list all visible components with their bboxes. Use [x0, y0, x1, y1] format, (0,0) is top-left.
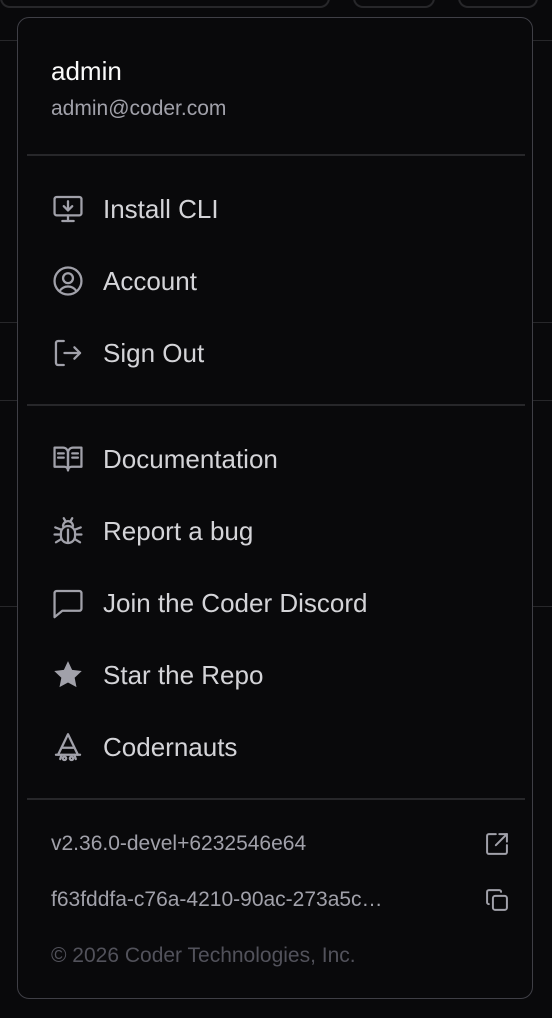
user-email: admin@coder.com: [51, 97, 227, 120]
menu-divider: [27, 798, 525, 800]
codernauts-icon: [51, 730, 85, 764]
background-control: [0, 0, 330, 8]
menu-item-discord[interactable]: Join the Coder Discord: [27, 571, 525, 635]
background-control: [458, 0, 538, 8]
deployment-id-row: f63fddfa-c76a-4210-90ac-273a5c…: [51, 880, 511, 920]
menu-item-label: Account: [103, 266, 197, 296]
menu-item-label: Documentation: [103, 444, 278, 474]
book-open-icon: [51, 442, 85, 476]
menu-item-star-repo[interactable]: Star the Repo: [27, 643, 525, 707]
monitor-download-icon: [51, 192, 85, 226]
copyright-text: © 2026 Coder Technologies, Inc.: [51, 944, 356, 967]
log-out-icon: [51, 336, 85, 370]
menu-item-label: Install CLI: [103, 194, 219, 224]
background-control: [353, 0, 435, 8]
version-text: v2.36.0-devel+6232546e64: [51, 832, 307, 855]
menu-item-label: Sign Out: [103, 338, 205, 368]
message-square-icon: [51, 586, 85, 620]
menu-item-codernauts[interactable]: Codernauts: [27, 715, 525, 779]
external-link-icon[interactable]: [483, 830, 511, 858]
copy-icon[interactable]: [483, 886, 511, 914]
menu-item-label: Report a bug: [103, 516, 254, 546]
user-circle-icon: [51, 264, 85, 298]
menu-item-sign-out[interactable]: Sign Out: [27, 321, 525, 385]
user-dropdown-menu: admin admin@coder.com Install CLI Accoun…: [17, 17, 533, 999]
deployment-id-text: f63fddfa-c76a-4210-90ac-273a5c…: [51, 888, 383, 911]
bug-icon: [51, 514, 85, 548]
menu-divider: [27, 154, 525, 156]
version-row: v2.36.0-devel+6232546e64: [51, 824, 511, 864]
menu-item-label: Codernauts: [103, 732, 238, 762]
menu-item-report-bug[interactable]: Report a bug: [27, 499, 525, 563]
menu-item-install-cli[interactable]: Install CLI: [27, 177, 525, 241]
menu-divider: [27, 404, 525, 406]
menu-item-label: Star the Repo: [103, 660, 264, 690]
menu-item-account[interactable]: Account: [27, 249, 525, 313]
menu-item-label: Join the Coder Discord: [103, 588, 368, 618]
user-info: admin admin@coder.com: [51, 56, 512, 122]
star-icon: [51, 658, 85, 692]
user-name: admin: [51, 56, 122, 86]
menu-item-documentation[interactable]: Documentation: [27, 427, 525, 491]
